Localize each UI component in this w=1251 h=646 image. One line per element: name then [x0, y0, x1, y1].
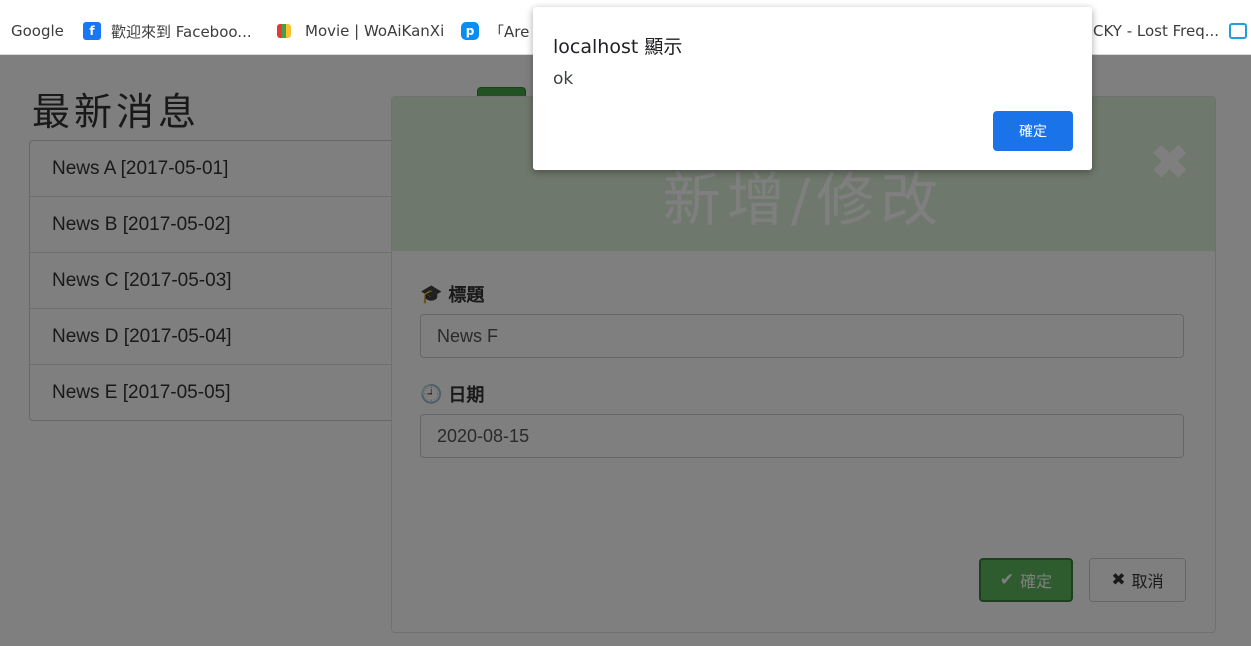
bookmark-google[interactable]: Google	[11, 20, 64, 42]
alert-dialog: localhost 顯示 ok 確定	[533, 7, 1092, 170]
bookmark-label: 「Are	[489, 22, 530, 41]
facebook-icon: f	[83, 22, 101, 40]
bookmark-bilibili[interactable]	[1229, 20, 1251, 42]
bookmark-label: Movie | WoAiKanXi	[305, 22, 445, 40]
bookmark-facebook[interactable]: f 歡迎來到 Faceboo...	[83, 20, 252, 42]
movie-icon	[277, 24, 291, 38]
bookmark-label: CKY - Lost Freq...	[1093, 22, 1220, 40]
dialog-title: localhost 顯示	[553, 36, 683, 58]
dialog-ok-button[interactable]: 確定	[993, 111, 1073, 151]
bilibili-icon	[1229, 23, 1247, 39]
dialog-message: ok	[553, 69, 574, 89]
bookmark-label: Google	[11, 22, 64, 40]
bookmark-movie[interactable]: Movie | WoAiKanXi	[277, 20, 444, 42]
bookmark-are[interactable]: p 「Are	[461, 20, 529, 42]
bookmark-lost-frequencies[interactable]: CKY - Lost Freq...	[1093, 20, 1219, 42]
p-icon: p	[461, 22, 479, 40]
bookmark-label: 歡迎來到 Faceboo...	[111, 22, 252, 41]
